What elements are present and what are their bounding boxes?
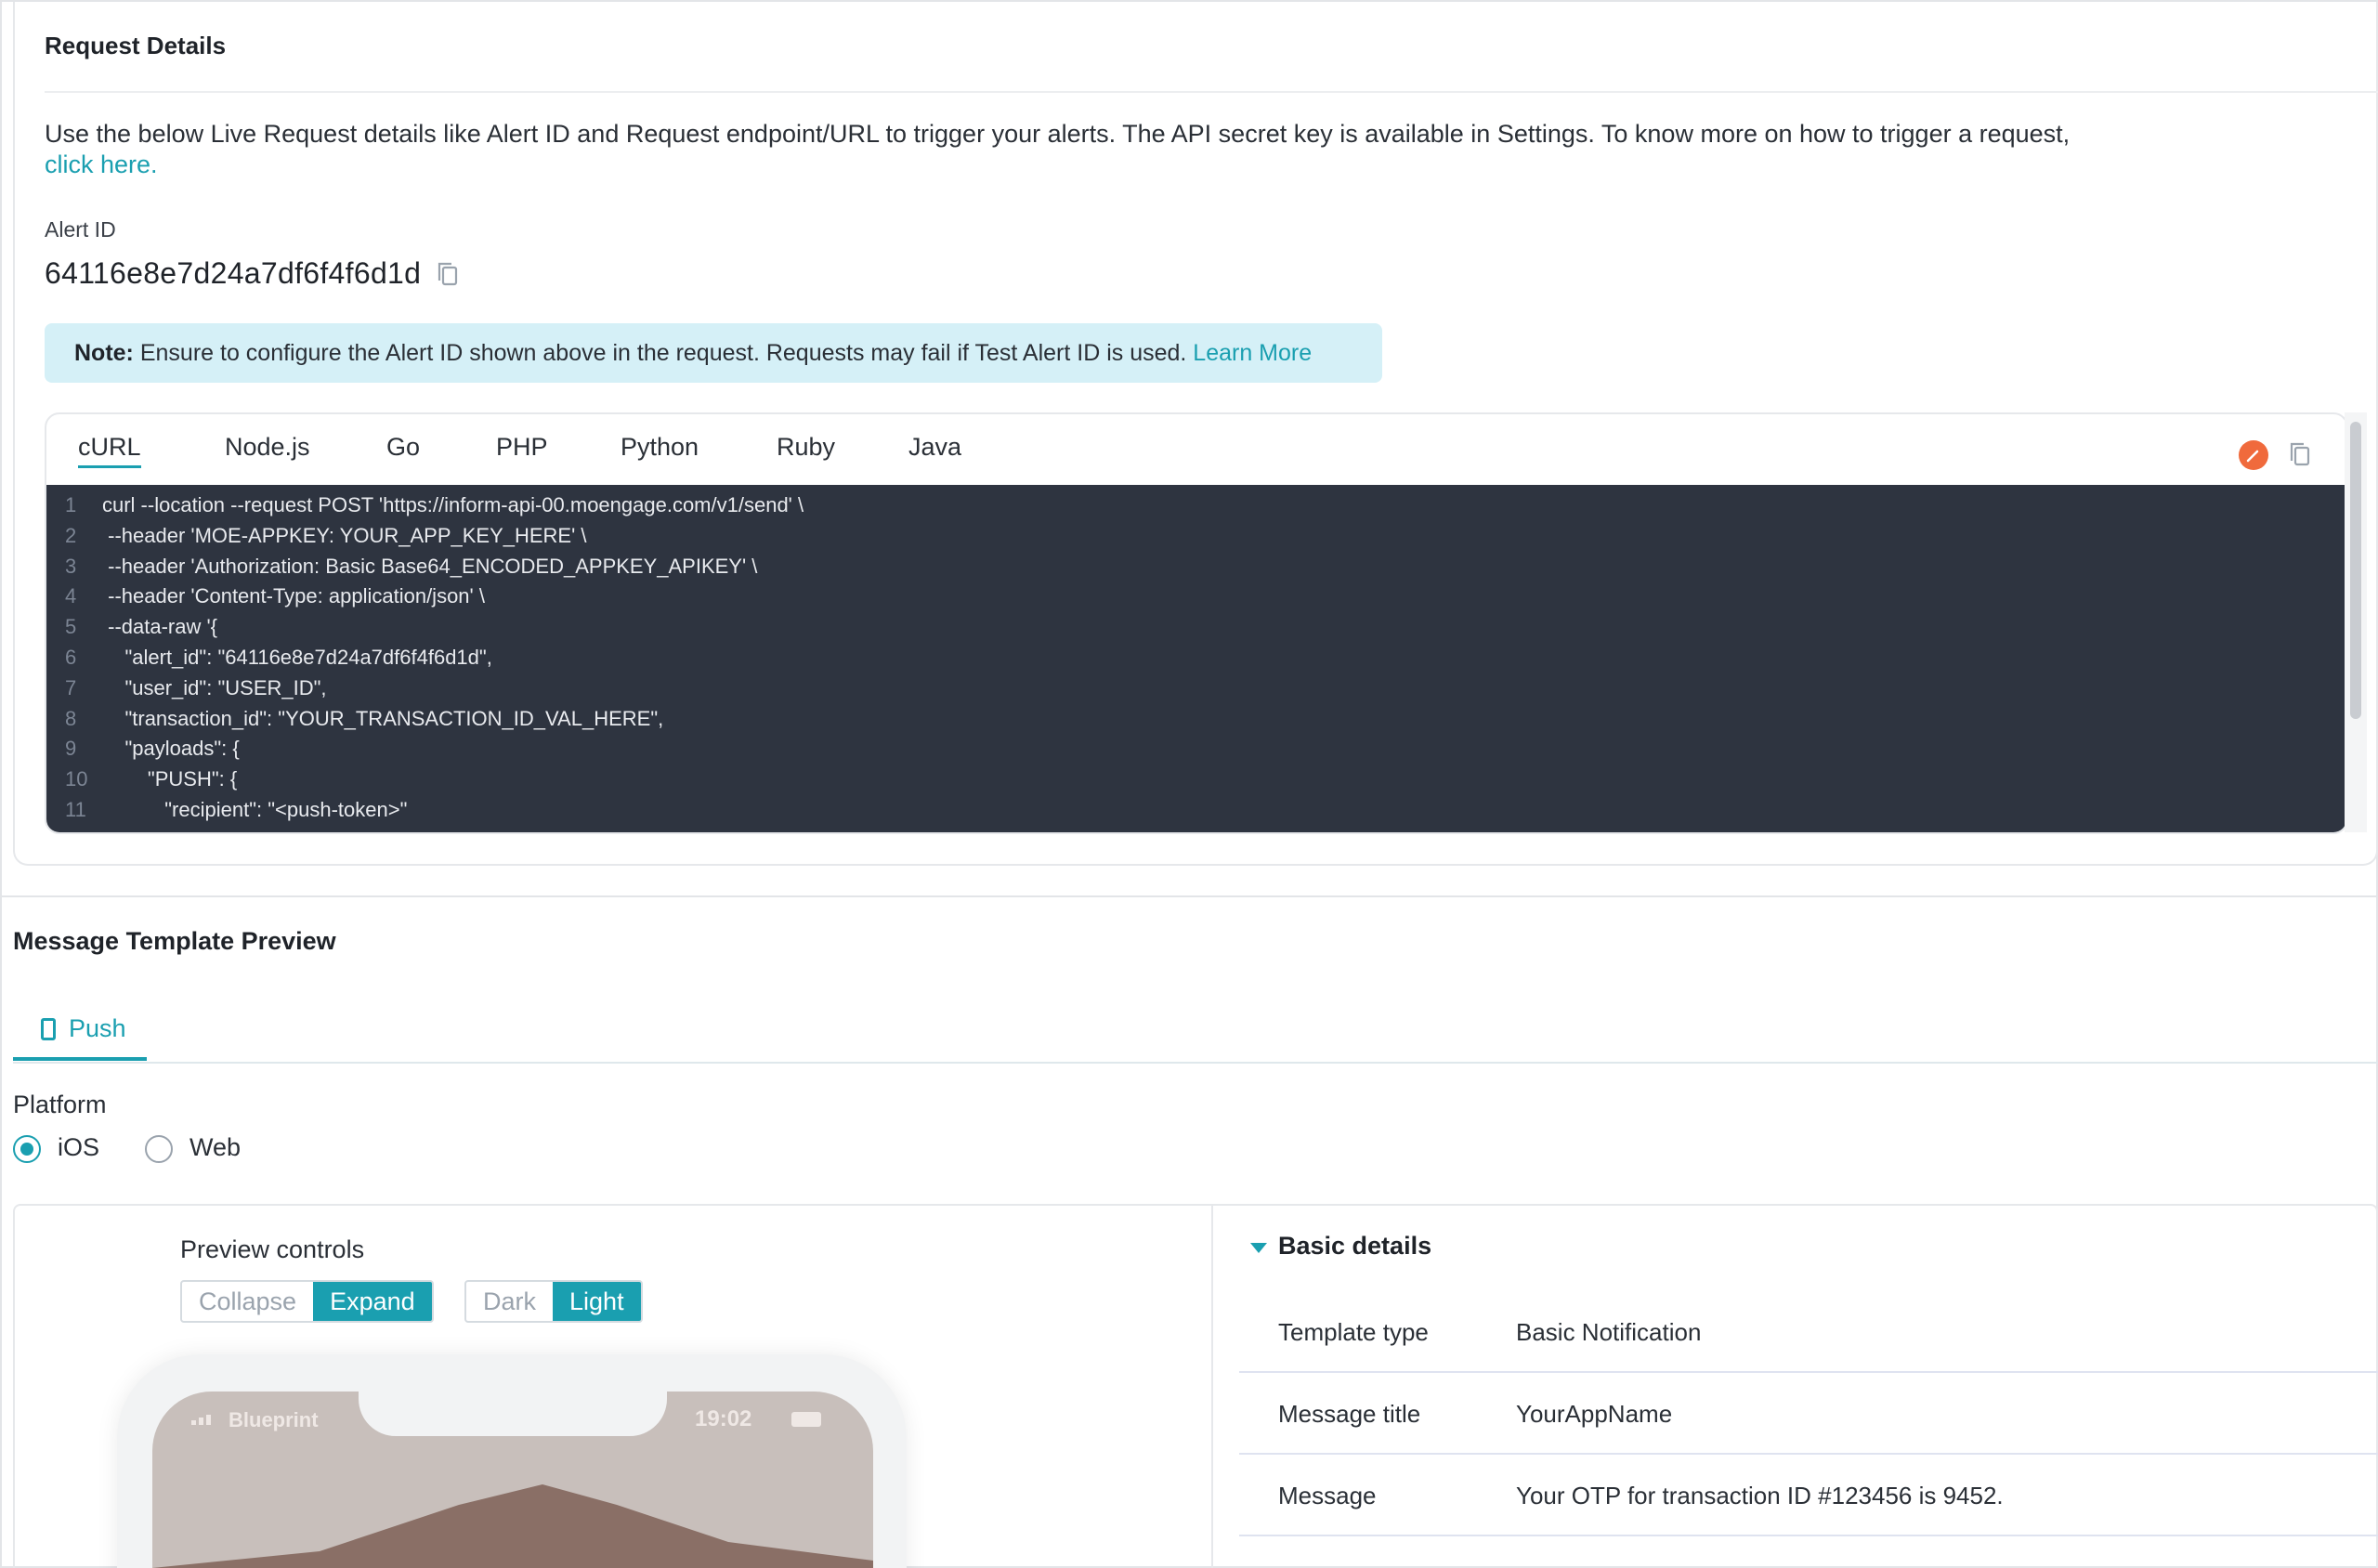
tab-push[interactable]: Push [13,1005,147,1061]
edit-icon[interactable] [2239,440,2268,470]
line-number: 10 [65,767,88,791]
expand-button[interactable]: Expand [313,1282,432,1321]
message-template-preview-title: Message Template Preview [13,927,336,955]
code-editor[interactable]: 1 curl --location --request POST 'https:/… [46,485,2346,832]
code-line: 7 "user_id": "USER_ID", [46,673,327,703]
learn-more-link[interactable]: Learn More [1193,340,1312,366]
code-line: 10 "PUSH": { [46,764,237,794]
alert-id-value: 64116e8e7d24a7df6f4f6d1d [45,256,422,290]
line-number: 9 [65,737,77,761]
detail-key: Message [1278,1482,1377,1509]
code-text: "user_id": "USER_ID", [102,675,327,699]
detail-row: Message title YourAppName [1239,1373,2378,1455]
size-toggle: Collapse Expand [180,1280,434,1323]
code-line: 5 --data-raw '{ [46,612,217,642]
basic-details-title[interactable]: Basic details [1278,1232,1431,1261]
code-line: 8 "transaction_id": "YOUR_TRANSACTION_ID… [46,704,663,734]
line-number: 4 [65,584,77,608]
section-divider [0,895,2378,897]
detail-key: Message title [1278,1400,1421,1428]
radio-ios[interactable] [13,1135,41,1163]
carrier-name: Blueprint [229,1408,319,1431]
detail-value: Basic Notification [1516,1318,1702,1346]
line-number: 8 [65,706,77,730]
code-text: "transaction_id": "YOUR_TRANSACTION_ID_V… [102,706,664,730]
chevron-down-icon[interactable] [1250,1243,1267,1253]
radio-web-label[interactable]: Web [189,1133,241,1162]
line-number: 2 [65,523,77,547]
panel-divider [1211,1206,1213,1568]
request-description: Use the below Live Request details like … [45,120,2071,148]
dark-button[interactable]: Dark [466,1282,553,1321]
collapse-button[interactable]: Collapse [182,1282,313,1321]
code-text: "payloads": { [102,737,240,761]
battery-icon [791,1412,821,1427]
code-text: --header 'Authorization: Basic Base64_EN… [102,554,758,578]
request-details-title: Request Details [45,32,227,59]
signal-icon [191,1415,211,1425]
alert-id-label: Alert ID [45,217,116,242]
code-text: "alert_id": "64116e8e7d24a7df6f4f6d1d", [102,646,492,669]
detail-value: YourAppName [1516,1400,1673,1428]
tab-go[interactable]: Go [386,433,420,462]
copy-icon[interactable] [435,260,463,290]
code-line: 3 --header 'Authorization: Basic Base64_… [46,552,757,581]
tab-python[interactable]: Python [621,433,699,462]
status-time: 19:02 [695,1406,752,1431]
language-tabs: cURL Node.js Go PHP Python Ruby Java [46,414,2346,485]
tab-php[interactable]: PHP [496,433,548,462]
code-line: 2 --header 'MOE-APPKEY: YOUR_APP_KEY_HER… [46,521,587,551]
detail-row: Template type Basic Notification [1239,1291,2378,1373]
line-number: 5 [65,615,77,639]
copy-icon[interactable] [2287,440,2315,470]
code-line: 1 curl --location --request POST 'https:/… [46,490,804,520]
radio-web[interactable] [145,1135,173,1163]
tab-java[interactable]: Java [908,433,961,462]
preview-controls-label: Preview controls [180,1235,365,1263]
tab-nodejs[interactable]: Node.js [225,433,310,462]
divider [45,91,2378,93]
platform-label: Platform [13,1091,107,1118]
code-text: curl --location --request POST 'https://… [102,493,804,516]
phone-notch [359,1392,667,1436]
detail-value: Your OTP for transaction ID #123456 is 9… [1516,1482,2004,1509]
light-button[interactable]: Light [553,1282,641,1321]
tab-underline-rule [13,1062,2378,1064]
wallpaper-image [152,1484,873,1568]
code-snippet-card: cURL Node.js Go PHP Python Ruby Java 1 cu… [45,412,2348,834]
code-text: "PUSH": { [102,767,238,791]
scrollbar-thumb[interactable] [2350,422,2361,719]
code-line: 4 --header 'Content-Type: application/js… [46,581,485,611]
radio-ios-label[interactable]: iOS [58,1133,99,1162]
mobile-icon [41,1018,56,1040]
line-number: 6 [65,646,77,669]
line-number: 3 [65,554,77,578]
note-label: Note: [74,340,134,366]
tab-push-label: Push [69,1014,126,1042]
note-banner: Note: Ensure to configure the Alert ID s… [45,323,1382,383]
code-text: --header 'Content-Type: application/json… [102,584,485,608]
line-number: 1 [65,493,77,516]
line-number: 7 [65,675,77,699]
theme-toggle: Dark Light [464,1280,643,1323]
code-text: --header 'MOE-APPKEY: YOUR_APP_KEY_HERE'… [102,523,587,547]
detail-key: Template type [1278,1318,1429,1346]
line-number: 11 [65,798,86,821]
click-here-link[interactable]: click here. [45,150,158,179]
code-text: "recipient": "<push-token>" [102,798,408,821]
code-line: 11 "recipient": "<push-token>" [46,795,407,825]
detail-row: Message Your OTP for transaction ID #123… [1239,1455,2378,1536]
code-text: --data-raw '{ [102,615,218,639]
code-line: 9 "payloads": { [46,734,240,764]
tab-curl[interactable]: cURL [78,433,141,468]
tab-ruby[interactable]: Ruby [777,433,835,462]
code-line: 6 "alert_id": "64116e8e7d24a7df6f4f6d1d"… [46,643,492,673]
note-text: Ensure to configure the Alert ID shown a… [133,340,1194,366]
